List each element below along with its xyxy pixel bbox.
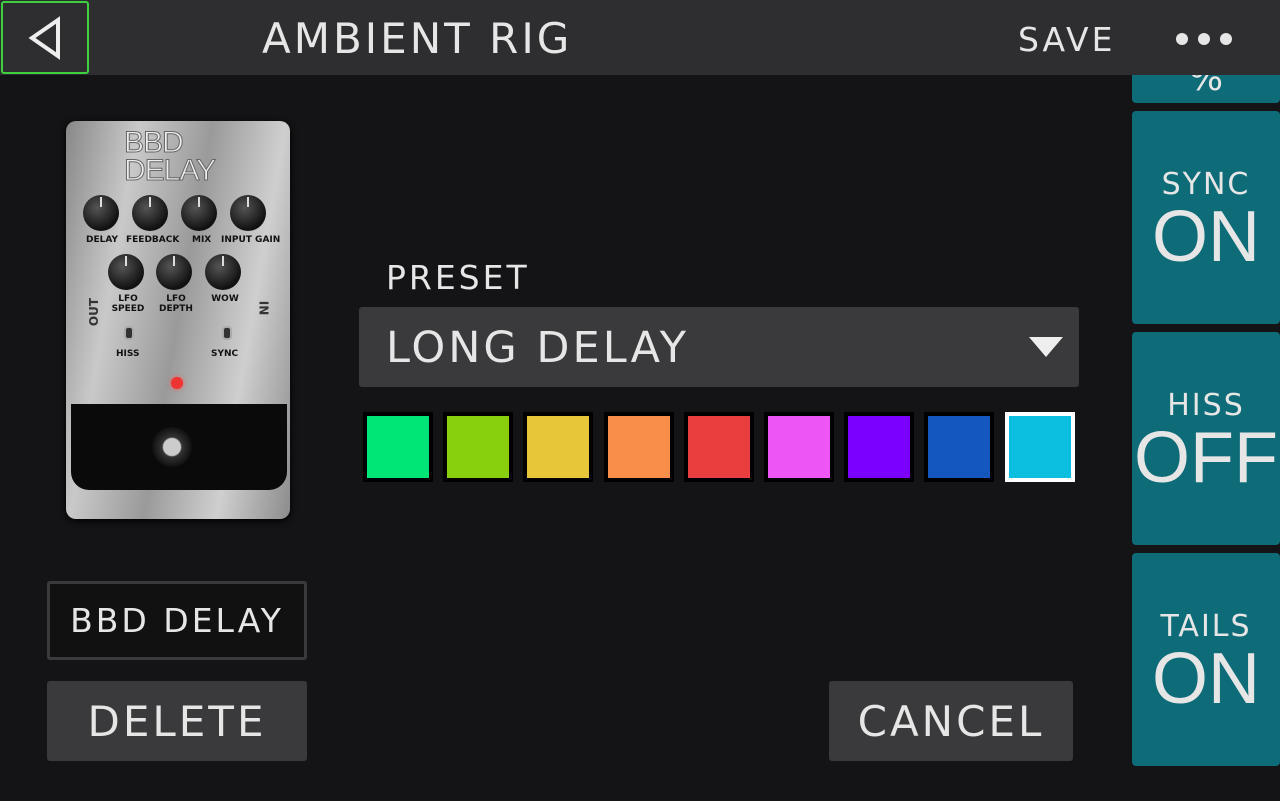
color-swatch[interactable] (363, 412, 433, 482)
toggle-label: HISS (116, 349, 140, 359)
param-sync[interactable]: SYNC ON (1132, 111, 1280, 324)
knob-label: LFO DEPTH (159, 294, 193, 314)
page-title: AMBIENT RIG (262, 14, 573, 63)
knob (205, 254, 241, 290)
model-name-button[interactable]: BBD DELAY (47, 581, 307, 660)
color-swatch[interactable] (844, 412, 915, 482)
toggle-switch (124, 326, 134, 340)
color-swatch[interactable] (603, 412, 674, 482)
preset-value: LONG DELAY (386, 323, 689, 373)
color-swatch[interactable] (764, 412, 834, 482)
header-bar: AMBIENT RIG SAVE (0, 0, 1280, 75)
color-swatch[interactable] (683, 412, 754, 482)
knob (132, 195, 168, 231)
ellipsis-icon (1176, 33, 1188, 45)
color-swatch[interactable] (924, 412, 995, 482)
ellipsis-dot (1198, 33, 1210, 45)
param-hiss[interactable]: HISS OFF (1132, 332, 1280, 545)
knob-label: MIX (192, 235, 212, 245)
preset-dropdown[interactable]: LONG DELAY (359, 307, 1079, 387)
param-value: OFF (1134, 418, 1278, 498)
back-button[interactable] (1, 1, 89, 74)
pedal-image: BBD DELAY DELAY FEEDBACK MIX INPUT GAIN L… (66, 121, 290, 519)
delete-button[interactable]: DELETE (47, 681, 307, 761)
knob (108, 254, 144, 290)
ellipsis-dot (1220, 33, 1232, 45)
knob (181, 195, 217, 231)
toggle-switch (222, 326, 232, 340)
preset-label: PRESET (386, 258, 530, 297)
pedal-logo: BBD DELAY (123, 126, 216, 187)
knob-label: FEEDBACK (126, 235, 180, 245)
knob-label: INPUT GAIN (221, 235, 281, 245)
param-value: ON (1152, 197, 1260, 277)
in-label: IN (256, 300, 271, 316)
knob-label: WOW (211, 294, 239, 304)
color-swatch[interactable] (523, 412, 594, 482)
knob (83, 195, 119, 231)
toggle-label: SYNC (211, 349, 239, 359)
knob (156, 254, 192, 290)
knob-label: DELAY (86, 235, 118, 245)
more-options-button[interactable] (1176, 22, 1232, 45)
color-swatch[interactable] (443, 412, 514, 482)
color-swatch[interactable] (1004, 412, 1075, 482)
knob (230, 195, 266, 231)
save-button[interactable]: SAVE (1018, 20, 1115, 59)
knob-label: LFO SPEED (111, 294, 145, 314)
out-label: OUT (87, 297, 102, 327)
cancel-button[interactable]: CANCEL (829, 681, 1073, 761)
triangle-left-icon (28, 15, 60, 60)
param-value: ON (1152, 639, 1260, 719)
footswitch-icon (152, 427, 192, 467)
led-indicator (171, 377, 183, 389)
chevron-down-icon (1029, 337, 1063, 357)
param-tails[interactable]: TAILS ON (1132, 553, 1280, 766)
